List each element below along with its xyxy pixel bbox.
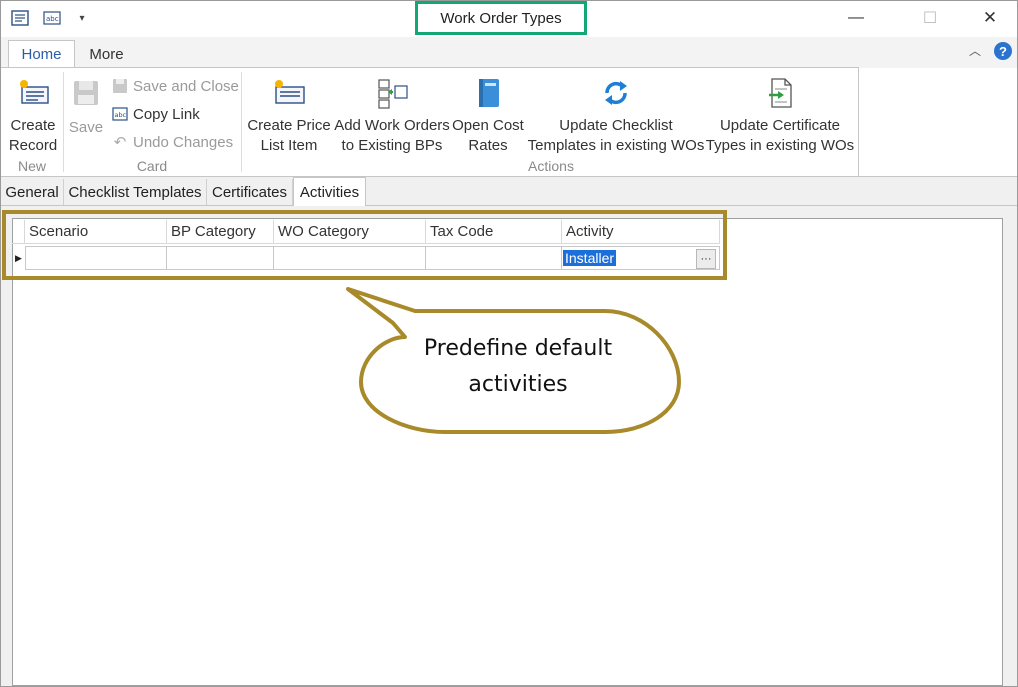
update-certificate-label-1: Update Certificate [719,117,841,134]
title-bar: abc ▾ Work Order Types — ☐ ✕ [1,1,1017,37]
update-checklist-label-1: Update Checklist [559,117,673,134]
ribbon-tab-bar: Home More ︿ ? [1,37,1017,68]
form-tab-bar: General Checklist Templates Certificates… [1,177,1017,206]
add-work-orders-icon [378,79,408,109]
undo-changes-button[interactable]: ↶ Undo Changes [111,131,233,153]
callout-line-1: Predefine default [423,336,613,361]
save-and-close-icon [111,77,129,95]
maximize-icon: ☐ [922,10,938,27]
add-work-orders-label-1: Add Work Orders [334,117,450,134]
callout-text: Predefine default activities [377,331,659,403]
actions-group-label: Actions [528,158,574,174]
create-price-list-item-label-1: Create Price [247,117,331,134]
add-work-orders-button[interactable]: Add Work Orders to Existing BPs [333,76,451,156]
tab-certificates-label: Certificates [211,183,288,201]
app-window: abc ▾ Work Order Types — ☐ ✕ Home More ︿… [0,0,1018,687]
save-button[interactable]: Save [67,76,105,138]
maximize-button[interactable]: ☐ [907,1,953,35]
form-icon[interactable] [9,7,31,29]
group-divider [241,72,242,172]
open-cost-rates-button[interactable]: Open Cost Rates [451,76,525,156]
svg-text:abc: abc [115,111,127,119]
card-group-label: Card [136,158,168,174]
group-divider [63,72,64,172]
ribbon-tab-home[interactable]: Home [8,40,75,68]
create-price-list-item-icon [275,80,305,104]
ribbon-tab-home-label: Home [21,46,62,63]
add-work-orders-label-2: to Existing BPs [341,137,443,154]
save-label: Save [68,119,104,136]
update-checklist-label-2: Templates in existing WOs [527,137,705,154]
open-cost-rates-label-1: Open Cost [452,117,524,134]
update-checklist-templates-button[interactable]: Update Checklist Templates in existing W… [527,76,705,156]
window-title-text: Work Order Types [440,9,562,27]
document-arrow-icon [769,78,792,108]
ribbon-tab-more-label: More [89,45,124,63]
copy-link-label: Copy Link [133,105,200,123]
tab-checklist-templates-label: Checklist Templates [68,183,202,201]
refresh-icon [605,81,627,105]
ribbon: Create Record New Save Save and Close ab… [1,67,859,177]
close-icon: ✕ [982,8,998,27]
help-icon[interactable]: ? [994,42,1012,60]
copy-link-icon: abc [111,105,129,123]
undo-icon: ↶ [113,134,127,151]
save-and-close-label: Save and Close [133,77,239,95]
svg-text:abc: abc [46,15,59,23]
callout-line-2: activities [468,372,568,397]
tab-activities-label: Activities [299,183,360,201]
abc-field-icon[interactable]: abc [41,7,63,29]
save-icon [74,81,98,105]
save-and-close-button[interactable]: Save and Close [111,75,239,97]
create-record-button[interactable]: Create Record [6,76,60,156]
tab-activities[interactable]: Activities [293,177,366,206]
collapse-ribbon-icon[interactable]: ︿ [969,42,981,59]
minimize-icon: — [848,9,864,26]
minimize-button[interactable]: — [833,1,879,35]
new-group-label: New [17,158,46,174]
close-button[interactable]: ✕ [967,1,1013,35]
undo-changes-label: Undo Changes [133,133,234,151]
tab-general-label: General [5,183,59,201]
tab-general[interactable]: General [1,179,64,205]
window-title: Work Order Types [415,1,587,35]
open-cost-rates-label-2: Rates [468,137,508,154]
update-certificate-label-2: Types in existing WOs [705,137,855,154]
create-price-list-item-button[interactable]: Create Price List Item [247,76,331,156]
tab-certificates[interactable]: Certificates [207,179,293,205]
annotation-highlight [2,210,727,280]
create-record-icon [20,80,49,104]
customize-toolbar-icon[interactable]: ▾ [71,7,93,29]
create-record-label: Create Record [8,117,58,154]
tab-checklist-templates[interactable]: Checklist Templates [64,179,207,205]
create-price-list-item-label-2: List Item [260,137,318,154]
book-icon [479,79,499,107]
update-certificate-types-button[interactable]: Update Certificate Types in existing WOs [705,76,855,156]
copy-link-button[interactable]: abc Copy Link [111,103,200,125]
ribbon-tab-more[interactable]: More [79,40,134,68]
